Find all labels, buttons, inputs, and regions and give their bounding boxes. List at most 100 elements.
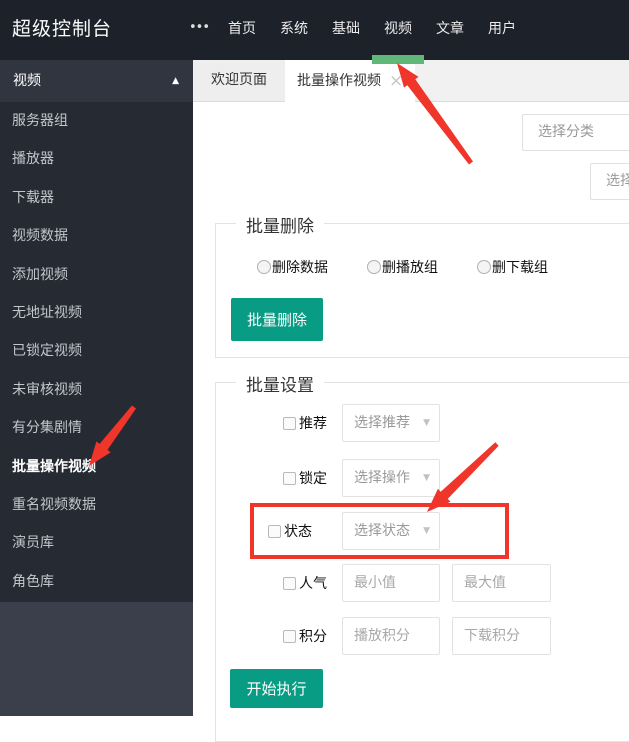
settings-input-first[interactable] [342, 564, 440, 602]
caret-down-icon: ▼ [423, 460, 430, 496]
radio-option[interactable]: 删播放组 [367, 257, 443, 277]
sidebar-menu: 服务器组 播放器 下载器 视频数据 添加视频 无地址视频 已锁定视频 未审核视频… [0, 102, 193, 602]
nav-item-label: 系统 [280, 21, 308, 37]
sidebar-item-label: 无地址视频 [12, 305, 82, 321]
sidebar-item-label: 视频数据 [12, 228, 68, 244]
settings-row-select[interactable]: 选择状态 ▼ [342, 512, 440, 550]
radio-label: 删除数据 [272, 257, 328, 277]
settings-input-second[interactable] [452, 564, 551, 602]
app-title: 超级控制台 [12, 0, 112, 58]
nav-item-label: 用户 [488, 21, 516, 37]
batch-delete-section: 批量删除 删除数据 删播放组 删下载组 批量删除 [215, 223, 629, 358]
nav-item[interactable]: 首页 [216, 0, 268, 60]
settings-checkbox-group[interactable]: 积分 [283, 626, 327, 646]
batch-delete-legend: 批量删除 [236, 212, 324, 237]
sidebar-item[interactable]: 无地址视频 [0, 294, 193, 332]
radio-icon[interactable] [257, 260, 271, 274]
sidebar-item[interactable]: 已锁定视频 [0, 332, 193, 370]
main-area: 欢迎页面 批量操作视频 × 选择分类 选择 批量删除 删除数据 [193, 60, 629, 716]
tab-close-icon[interactable]: × [389, 73, 403, 90]
radio-option[interactable]: 删除数据 [257, 257, 333, 277]
settings-row-select[interactable]: 选择操作 ▼ [342, 459, 440, 497]
sidebar-item-label: 角色库 [12, 574, 54, 590]
settings-checkbox-group[interactable]: 锁定 [283, 468, 327, 488]
sidebar-item[interactable]: 重名视频数据 [0, 486, 193, 524]
nav-item[interactable]: 系统 [268, 0, 320, 60]
caret-down-icon: ▼ [423, 405, 430, 441]
sidebar-item[interactable]: 批量操作视频 [0, 448, 193, 486]
sidebar-item-label: 演员库 [12, 535, 54, 551]
checkbox-icon[interactable] [283, 417, 296, 430]
settings-input-first[interactable] [342, 617, 440, 655]
content-panel: 选择分类 选择 批量删除 删除数据 删播放组 删下载组 [193, 102, 629, 716]
sidebar-group-label: 视频 [13, 73, 41, 89]
settings-row: 积分 [216, 617, 629, 655]
radio-option[interactable]: 删下载组 [477, 257, 553, 277]
sidebar-item-label: 服务器组 [12, 113, 68, 129]
checkbox-icon[interactable] [283, 630, 296, 643]
tab[interactable]: 批量操作视频 × [285, 60, 415, 102]
execute-button[interactable]: 开始执行 [230, 669, 323, 708]
sidebar-item[interactable]: 视频数据 [0, 217, 193, 255]
radio-icon[interactable] [367, 260, 381, 274]
secondary-select-placeholder: 选择 [591, 164, 629, 199]
checkbox-icon[interactable] [283, 577, 296, 590]
settings-row-label: 人气 [299, 573, 327, 593]
settings-checkbox-group[interactable]: 推荐 [283, 413, 327, 433]
sidebar-item-label: 添加视频 [12, 267, 68, 283]
settings-row-label: 积分 [299, 626, 327, 646]
sidebar-item[interactable]: 有分集剧情 [0, 409, 193, 447]
secondary-select[interactable]: 选择 [590, 163, 629, 200]
radio-label: 删播放组 [382, 257, 438, 277]
batch-delete-button[interactable]: 批量删除 [231, 298, 323, 341]
sidebar-item-label: 批量操作视频 [12, 459, 96, 475]
nav-item[interactable]: 文章 [424, 0, 476, 60]
sidebar-item-label: 未审核视频 [12, 382, 82, 398]
settings-row-label: 锁定 [299, 468, 327, 488]
sidebar-item[interactable]: 播放器 [0, 140, 193, 178]
settings-row: 锁定 选择操作 ▼ [216, 459, 629, 497]
radio-label: 删下载组 [492, 257, 548, 277]
settings-row-label: 推荐 [299, 413, 327, 433]
tab-label: 欢迎页面 [211, 60, 267, 101]
sidebar-item[interactable]: 服务器组 [0, 102, 193, 140]
nav-item-label: 视频 [384, 21, 412, 37]
top-nav-menu: 首页 系统 基础 视频 文章 用户 [216, 0, 528, 60]
caret-down-icon: ▼ [423, 513, 430, 549]
radio-icon[interactable] [477, 260, 491, 274]
more-menu-icon[interactable]: ••• [189, 0, 209, 56]
settings-row: 人气 [216, 564, 629, 602]
sidebar-item[interactable]: 下载器 [0, 179, 193, 217]
sidebar-item-label: 已锁定视频 [12, 343, 82, 359]
tab-label: 批量操作视频 [297, 61, 381, 102]
collapse-arrow-icon[interactable]: ▲ [172, 60, 179, 102]
settings-input-second[interactable] [452, 617, 551, 655]
nav-item[interactable]: 视频 [372, 0, 424, 60]
sidebar-item-label: 重名视频数据 [12, 497, 96, 513]
tab[interactable]: 欢迎页面 [193, 60, 285, 101]
settings-row-select[interactable]: 选择推荐 ▼ [342, 404, 440, 442]
settings-row-label: 状态 [284, 521, 312, 541]
nav-item[interactable]: 基础 [320, 0, 372, 60]
batch-settings-legend: 批量设置 [236, 371, 324, 396]
batch-settings-section: 批量设置 推荐 选择推荐 ▼ 锁定 [215, 382, 629, 742]
sidebar-item-label: 下载器 [12, 190, 54, 206]
checkbox-icon[interactable] [268, 525, 281, 538]
nav-item[interactable]: 用户 [476, 0, 528, 60]
sidebar-item-label: 有分集剧情 [12, 420, 82, 436]
sidebar-item[interactable]: 演员库 [0, 524, 193, 562]
sidebar-item[interactable]: 添加视频 [0, 256, 193, 294]
category-select[interactable]: 选择分类 [522, 114, 629, 151]
category-select-placeholder: 选择分类 [523, 115, 629, 150]
sidebar-item[interactable]: 角色库 [0, 563, 193, 601]
settings-row: 状态 选择状态 ▼ [216, 512, 629, 550]
settings-checkbox-group[interactable]: 人气 [283, 573, 327, 593]
nav-item-label: 基础 [332, 21, 360, 37]
checkbox-icon[interactable] [283, 472, 296, 485]
sidebar-group-video[interactable]: 视频 ▲ [0, 60, 193, 102]
settings-checkbox-group[interactable]: 状态 [268, 521, 312, 541]
settings-row: 推荐 选择推荐 ▼ [216, 404, 629, 442]
sidebar-item[interactable]: 未审核视频 [0, 371, 193, 409]
top-navbar: 超级控制台 ••• 首页 系统 基础 视频 文章 用户 [0, 0, 629, 60]
tab-bar: 欢迎页面 批量操作视频 × [193, 60, 629, 102]
